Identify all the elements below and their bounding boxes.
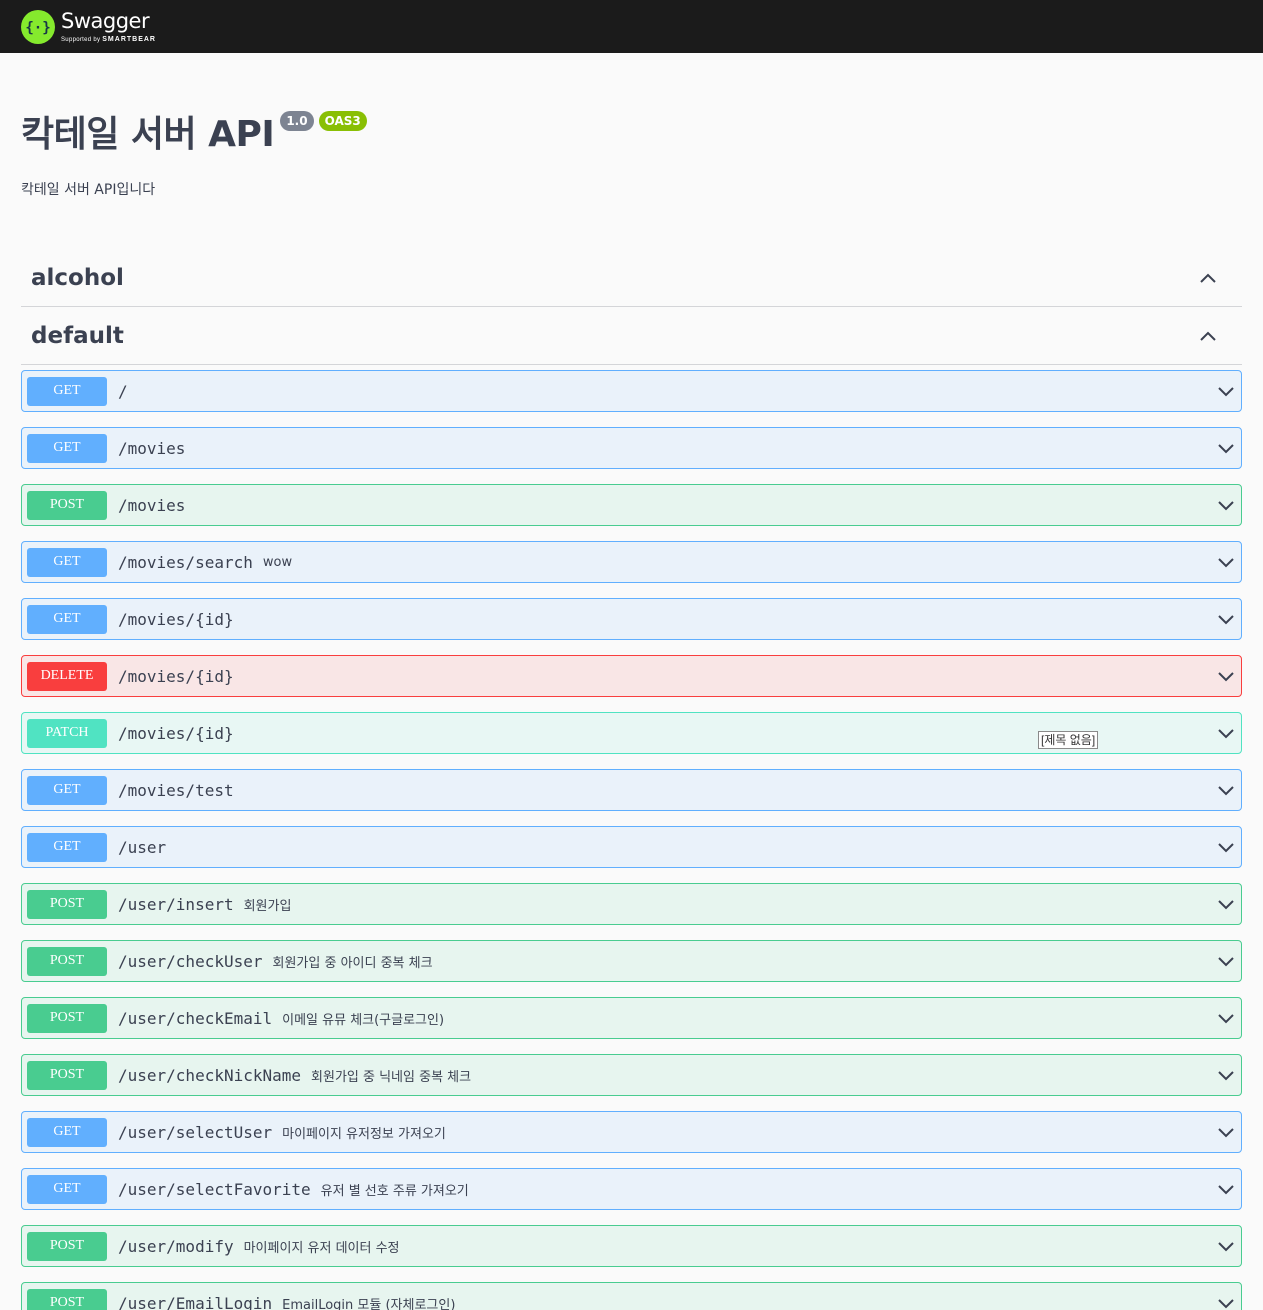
operation-row[interactable]: GET/movies bbox=[21, 427, 1242, 469]
operation-row[interactable]: GET / bbox=[21, 370, 1242, 412]
chevron-down-icon[interactable] bbox=[1216, 552, 1236, 572]
method-badge: GET bbox=[27, 547, 107, 577]
operation-summary: 회원가입 중 닉네임 중복 체크 bbox=[311, 1069, 472, 1085]
method-badge: POST bbox=[27, 1231, 107, 1261]
topbar: {·} Swagger Supported by SMARTBEAR bbox=[0, 0, 1263, 53]
tag-default[interactable]: default bbox=[21, 307, 1242, 365]
operation-row[interactable]: GET/movies/search wow bbox=[21, 541, 1242, 583]
method-badge: DELETE bbox=[27, 661, 107, 691]
method-badge: POST bbox=[27, 889, 107, 919]
chevron-down-icon[interactable] bbox=[1216, 1236, 1236, 1256]
swagger-braces-icon: {·} bbox=[21, 9, 55, 44]
operation-row[interactable]: POST/user/checkNickName 회원가입 중 닉네임 중복 체크 bbox=[21, 1054, 1242, 1096]
chevron-up-icon[interactable] bbox=[1198, 326, 1218, 346]
operation-row[interactable]: POST/user/modify 마이페이지 유저 데이터 수정 bbox=[21, 1225, 1242, 1267]
method-badge: GET bbox=[27, 775, 107, 805]
chevron-down-icon[interactable] bbox=[1216, 666, 1236, 686]
method-badge: POST bbox=[27, 1003, 107, 1033]
operation-path: /movies bbox=[118, 438, 186, 458]
operation-summary: 회원가입 중 아이디 중복 체크 bbox=[272, 955, 433, 971]
operation-row[interactable]: POST/user/insert 회원가입 bbox=[21, 883, 1242, 925]
chevron-up-icon[interactable] bbox=[1198, 268, 1218, 288]
swagger-logo[interactable]: {·} Swagger Supported by SMARTBEAR bbox=[21, 8, 156, 44]
method-badge: GET bbox=[27, 1117, 107, 1147]
operations-list: GET / GET/movies POST/movies GET/movies/sear… bbox=[21, 370, 1242, 1310]
operation-row[interactable]: POST/user/checkEmail 이메일 유뮤 체크(구글로그인) bbox=[21, 997, 1242, 1039]
operation-path: /user/checkUser bbox=[118, 951, 263, 971]
method-badge: GET bbox=[27, 433, 107, 463]
operation-row[interactable]: POST/movies bbox=[21, 484, 1242, 526]
operation-row[interactable]: GET/movies/{id} bbox=[21, 598, 1242, 640]
operation-row[interactable]: GET/user/selectFavorite 유저 별 선호 주류 가져오기 bbox=[21, 1168, 1242, 1210]
chevron-down-icon[interactable] bbox=[1216, 723, 1236, 743]
chevron-down-icon[interactable] bbox=[1216, 837, 1236, 857]
chevron-down-icon[interactable] bbox=[1216, 1179, 1236, 1199]
operation-row[interactable]: GET/user bbox=[21, 826, 1242, 868]
api-info: 칵테일 서버 API 1.0 OAS3 칵테일 서버 API입니다 bbox=[0, 105, 1263, 199]
chevron-down-icon[interactable] bbox=[1216, 1122, 1236, 1142]
operation-summary: 이메일 유뮤 체크(구글로그인) bbox=[282, 1012, 445, 1028]
operation-path: /user/selectUser bbox=[118, 1122, 273, 1142]
method-badge: GET bbox=[27, 376, 107, 406]
operation-row[interactable]: POST/user/checkUser 회원가입 중 아이디 중복 체크 bbox=[21, 940, 1242, 982]
chevron-down-icon[interactable] bbox=[1216, 951, 1236, 971]
operation-path: /user/insert bbox=[118, 894, 234, 914]
operation-summary: 마이페이지 유저정보 가져오기 bbox=[282, 1126, 446, 1142]
logo-title: Swagger bbox=[61, 8, 150, 33]
operation-summary: wow bbox=[262, 554, 293, 570]
tag-name: alcohol bbox=[31, 264, 124, 291]
method-badge: POST bbox=[27, 1060, 107, 1090]
operation-row[interactable]: PATCH/movies/{id} [제목 없음] bbox=[21, 712, 1242, 754]
version-badge: 1.0 bbox=[280, 111, 314, 131]
chevron-down-icon[interactable] bbox=[1216, 495, 1236, 515]
operation-row[interactable]: GET/user/selectUser 마이페이지 유저정보 가져오기 bbox=[21, 1111, 1242, 1153]
method-badge: POST bbox=[27, 946, 107, 976]
page-title: 칵테일 서버 API bbox=[21, 114, 275, 155]
tag-name: default bbox=[31, 322, 124, 349]
operation-row[interactable]: DELETE/movies/{id} bbox=[21, 655, 1242, 697]
operation-path: /user/EmailLogin bbox=[118, 1293, 273, 1310]
operation-path: /user/modify bbox=[118, 1236, 234, 1256]
chevron-down-icon[interactable] bbox=[1216, 1065, 1236, 1085]
method-badge: PATCH bbox=[27, 718, 107, 748]
operation-path: /movies/{id} bbox=[118, 609, 234, 629]
operation-path: /movies/{id} bbox=[118, 666, 234, 686]
method-badge: GET bbox=[27, 1174, 107, 1204]
chevron-down-icon[interactable] bbox=[1216, 1293, 1236, 1310]
operation-path: /movies bbox=[118, 495, 186, 515]
operation-row[interactable]: GET/movies/test bbox=[21, 769, 1242, 811]
operation-path: /user/checkNickName bbox=[118, 1065, 302, 1085]
method-badge: GET bbox=[27, 604, 107, 634]
operation-path: /user bbox=[118, 837, 167, 857]
chevron-down-icon[interactable] bbox=[1216, 381, 1236, 401]
operation-path: /movies/test bbox=[118, 780, 234, 800]
chevron-down-icon[interactable] bbox=[1216, 609, 1236, 629]
method-badge: GET bbox=[27, 832, 107, 862]
operation-summary: 유저 별 선호 주류 가져오기 bbox=[320, 1183, 469, 1199]
operation-summary: 회원가입 bbox=[243, 898, 292, 914]
operation-path: / bbox=[118, 381, 128, 401]
chevron-down-icon[interactable] bbox=[1216, 1008, 1236, 1028]
method-badge: POST bbox=[27, 490, 107, 520]
operation-path: /user/checkEmail bbox=[118, 1008, 273, 1028]
svg-text:{·}: {·} bbox=[26, 20, 50, 36]
chevron-down-icon[interactable] bbox=[1216, 894, 1236, 914]
tooltip: [제목 없음] bbox=[1038, 731, 1099, 749]
method-badge: POST bbox=[27, 1288, 107, 1310]
chevron-down-icon[interactable] bbox=[1216, 438, 1236, 458]
chevron-down-icon[interactable] bbox=[1216, 780, 1236, 800]
operation-path: /movies/search bbox=[118, 552, 253, 572]
operation-row[interactable]: POST/user/EmailLogin EmailLogin 모듈 (자체로그인… bbox=[21, 1282, 1242, 1310]
logo-subtitle: Supported by SMARTBEAR bbox=[61, 35, 156, 43]
api-description: 칵테일 서버 API입니다 bbox=[21, 182, 156, 198]
oas-badge: OAS3 bbox=[318, 111, 367, 131]
operation-path: /user/selectFavorite bbox=[118, 1179, 311, 1199]
operation-summary: EmailLogin 모듈 (자체로그인) bbox=[282, 1297, 456, 1310]
tag-alcohol[interactable]: alcohol bbox=[21, 249, 1242, 307]
operation-path: /movies/{id} bbox=[118, 723, 234, 743]
operation-summary: 마이페이지 유저 데이터 수정 bbox=[243, 1240, 400, 1256]
